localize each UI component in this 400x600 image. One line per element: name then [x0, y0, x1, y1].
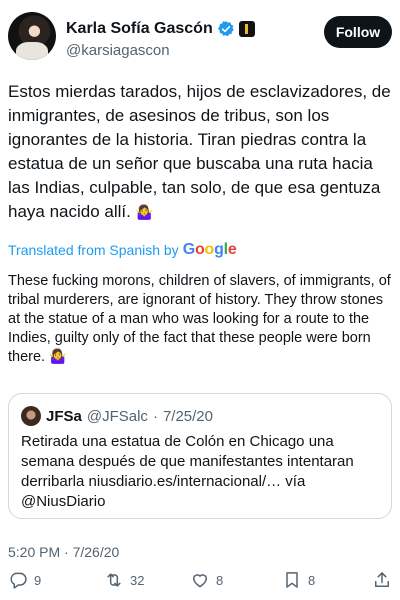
quoted-author-handle: @JFSalc: [86, 407, 148, 425]
share-icon: [375, 572, 389, 587]
follow-button[interactable]: Follow: [324, 16, 392, 48]
shrug-emoji-translation: 🤷‍♀️: [49, 349, 67, 365]
like-count: 8: [216, 572, 224, 588]
quoted-separator: ·: [152, 407, 158, 425]
author-name-row: Karla Sofía Gascón: [66, 18, 255, 40]
share-button[interactable]: [372, 570, 392, 590]
tweet-text: Estos mierdas tarados, hijos de esclaviz…: [8, 80, 392, 225]
like-button[interactable]: 8: [190, 570, 223, 590]
bookmark-icon: [286, 572, 298, 588]
author-handle[interactable]: @karsiagascon: [66, 42, 170, 59]
action-bar: 9 32 8 8: [8, 570, 392, 594]
bookmark-button[interactable]: 8: [282, 570, 315, 590]
author-name[interactable]: Karla Sofía Gascón: [66, 20, 213, 38]
retweet-icon: [107, 573, 121, 587]
heart-icon: [193, 574, 207, 588]
retweet-count: 32: [130, 572, 145, 588]
tweet-body: Estos mierdas tarados, hijos de esclaviz…: [8, 82, 391, 221]
reply-icon: [10, 572, 27, 589]
tweet-header: Karla Sofía Gascón @karsiagascon Follow: [8, 8, 392, 64]
google-logo: Google: [182, 241, 237, 258]
reply-count: 9: [34, 572, 42, 588]
retweet-button[interactable]: 32: [104, 570, 144, 590]
quoted-author-name: JFSa: [46, 407, 82, 425]
translated-label: Translated from Spanish by: [8, 242, 179, 258]
translated-text: These fucking morons, children of slaver…: [8, 272, 394, 367]
reply-button[interactable]: 9: [8, 570, 41, 590]
translation-attribution[interactable]: Translated from Spanish by Google: [8, 241, 237, 259]
affiliation-badge-icon: [238, 21, 255, 37]
tweet-timestamp[interactable]: 5:20 PM · 7/26/20: [8, 544, 119, 560]
quoted-tweet-header: JFSa @JFSalc · 7/25/20: [21, 406, 213, 426]
bookmark-count: 8: [308, 572, 316, 588]
quoted-author-avatar: [21, 406, 41, 426]
verified-badge-icon: [217, 21, 234, 37]
shrug-emoji: 🤷‍♀️: [135, 205, 154, 221]
quoted-tweet[interactable]: JFSa @JFSalc · 7/25/20 Retirada una esta…: [8, 393, 392, 519]
quoted-date: 7/25/20: [162, 407, 213, 425]
author-avatar[interactable]: [8, 12, 56, 60]
quoted-tweet-text: Retirada una estatua de Colón en Chicago…: [21, 433, 354, 510]
